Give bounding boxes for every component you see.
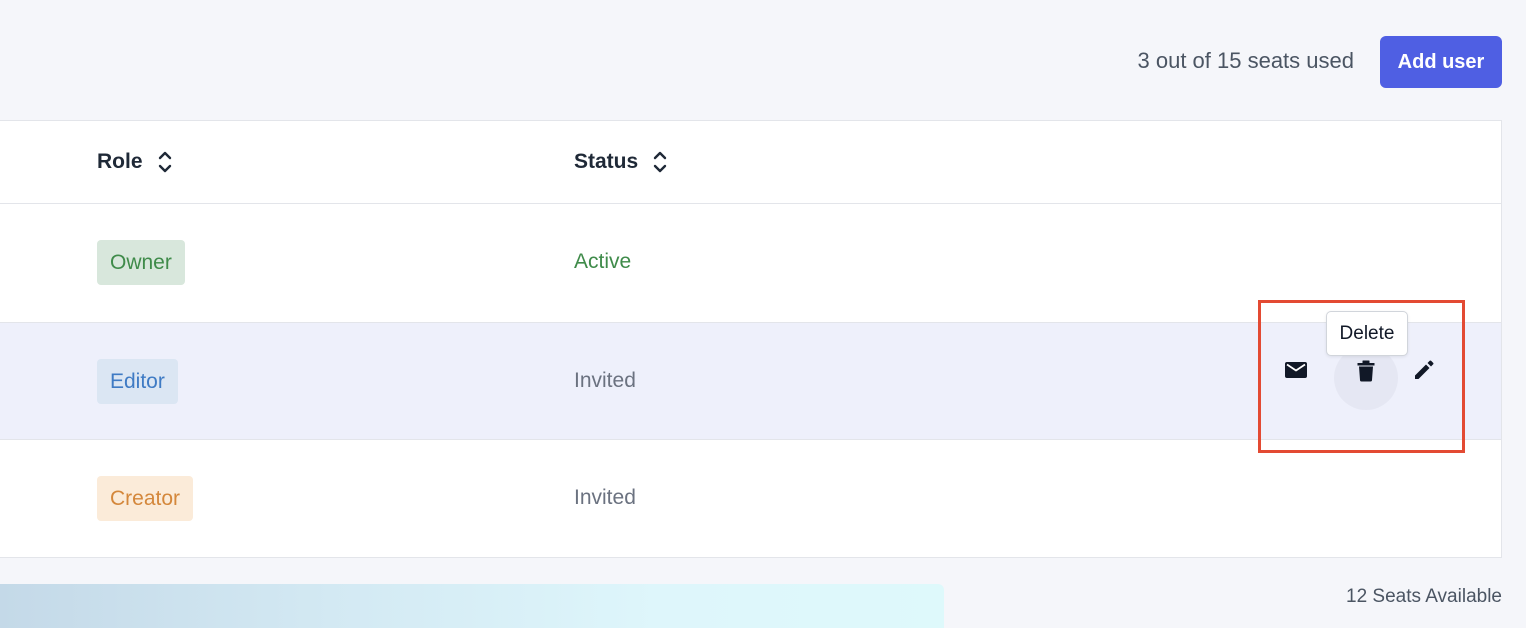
- table-row[interactable]: Creator Invited: [0, 440, 1501, 558]
- banner: [0, 584, 944, 628]
- actions-highlight-box: [1258, 300, 1465, 453]
- role-badge: Creator: [97, 476, 194, 521]
- column-header-role[interactable]: Role: [97, 149, 173, 175]
- column-header-status[interactable]: Status: [574, 149, 668, 175]
- column-header-label: Status: [574, 150, 639, 173]
- seats-used-text: 3 out of 15 seats used: [1137, 48, 1355, 73]
- status-text: Invited: [574, 486, 636, 509]
- role-badge: Owner: [97, 240, 185, 285]
- sort-icon[interactable]: [652, 149, 668, 175]
- table-header: Role Status: [0, 121, 1501, 204]
- role-badge: Editor: [97, 359, 178, 404]
- column-header-label: Role: [97, 150, 143, 173]
- status-text: Active: [574, 250, 632, 273]
- add-user-button[interactable]: Add user: [1380, 36, 1502, 88]
- status-text: Invited: [574, 369, 636, 392]
- sort-icon[interactable]: [157, 149, 173, 175]
- seats-available-text: 12 Seats Available: [1346, 586, 1502, 607]
